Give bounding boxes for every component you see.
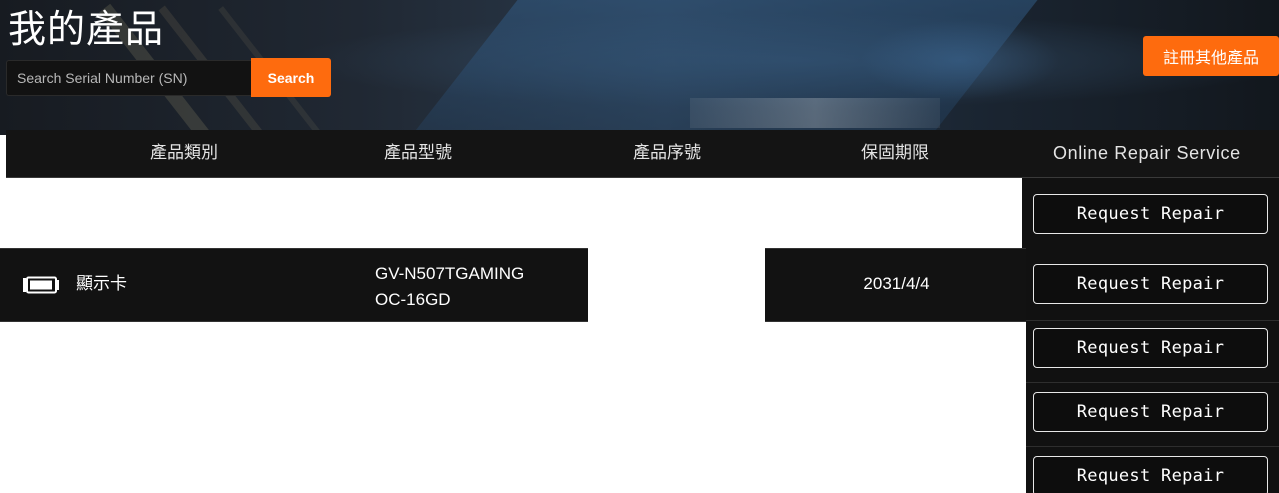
request-repair-button[interactable]: Request Repair [1033,264,1268,304]
column-header-category: 產品類別 [150,143,218,163]
column-header-warranty: 保固期限 [861,143,929,163]
product-model-line: OC-16GD [375,290,451,309]
row-divider [1026,320,1279,321]
register-other-product-button[interactable]: 註冊其他產品 [1143,36,1279,76]
request-repair-button[interactable]: Request Repair [1033,456,1268,493]
product-model: GV-N507TGAMING OC-16GD [375,261,575,313]
table-row: 顯示卡 GV-N507TGAMING OC-16GD [0,248,588,322]
product-category: 顯示卡 [76,274,127,294]
row-divider [1026,446,1279,447]
column-header-serial: 產品序號 [633,143,701,163]
column-header-model: 產品型號 [384,143,452,163]
graphics-card-icon [23,276,59,294]
row-divider [1026,382,1279,383]
warranty-date: 2031/4/4 [863,274,930,293]
table-header: 產品類別 產品型號 產品序號 保固期限 Online Repair Servic… [6,130,1279,178]
page-title: 我的產品 [8,7,165,51]
request-repair-button[interactable]: Request Repair [1033,392,1268,432]
column-header-online-repair: Online Repair Service [1053,143,1241,163]
serial-search-input[interactable] [6,60,252,96]
banner-decoration [690,98,940,128]
request-repair-button[interactable]: Request Repair [1033,194,1268,234]
request-repair-button[interactable]: Request Repair [1033,328,1268,368]
table-row-warranty-cell: 2031/4/4 [765,248,1026,322]
search-button[interactable]: Search [251,58,331,97]
banner-decoration [860,20,1060,100]
product-model-line: GV-N507TGAMING [375,264,525,283]
